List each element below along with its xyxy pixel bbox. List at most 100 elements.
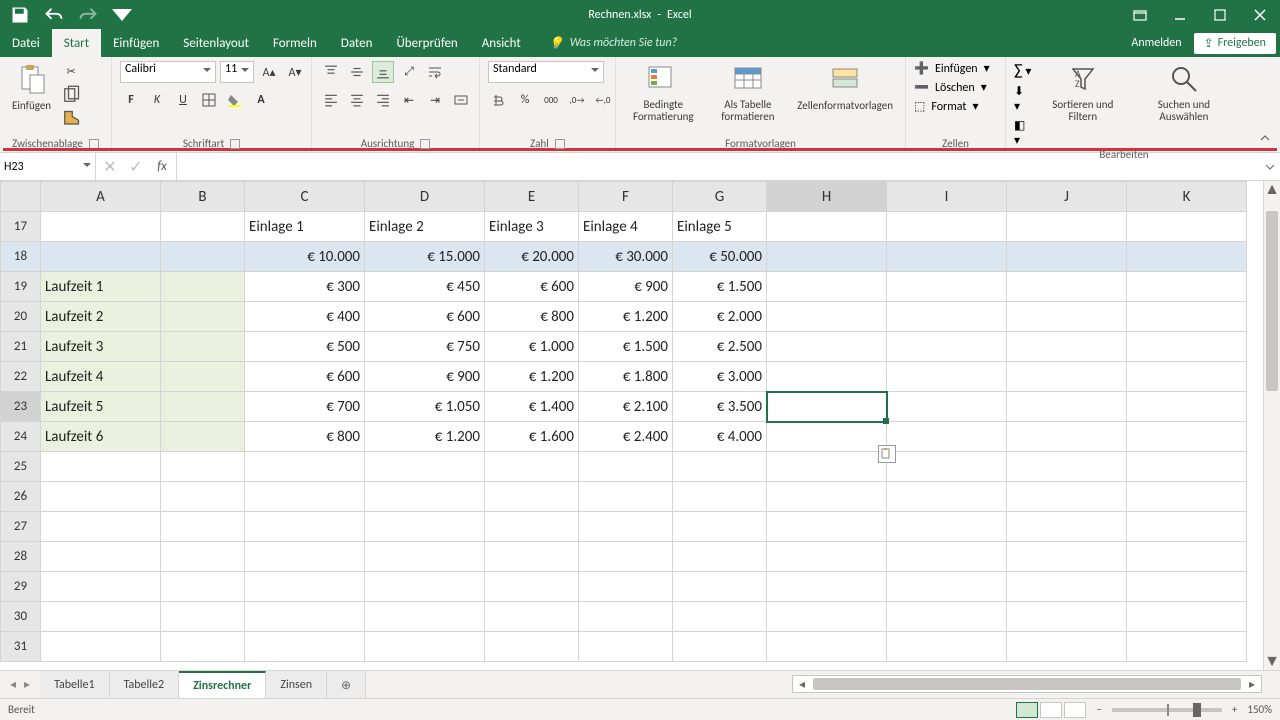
cell[interactable]: € 3.000 [673,362,767,392]
cell[interactable] [767,542,887,572]
minimize-icon[interactable] [1160,0,1200,29]
cell[interactable]: Laufzeit 6 [41,422,161,452]
fill-button[interactable]: ⬇ ▾ [1014,84,1032,114]
decrease-decimal-icon[interactable]: ←,0 [592,89,614,111]
maximize-icon[interactable] [1200,0,1240,29]
row-header[interactable]: 23 [1,392,41,422]
cell[interactable] [887,542,1007,572]
scroll-left-icon[interactable]: ◂ [793,677,811,692]
cell[interactable] [245,602,365,632]
expand-formula-bar-icon[interactable] [1260,153,1280,180]
cell[interactable]: Einlage 4 [579,212,673,242]
cell[interactable]: Laufzeit 2 [41,302,161,332]
worksheet-grid[interactable]: ABCDEFGHIJK17Einlage 1Einlage 2Einlage 3… [0,181,1280,670]
column-header[interactable]: A [41,182,161,212]
cell[interactable]: € 800 [245,422,365,452]
format-cells-button[interactable]: ⬚Format ▾ [914,99,990,114]
cell[interactable]: € 1.000 [485,332,579,362]
cell[interactable]: € 20.000 [485,242,579,272]
cell[interactable]: € 1.500 [673,272,767,302]
cell[interactable] [365,632,485,662]
cell[interactable] [673,572,767,602]
cell[interactable]: € 750 [365,332,485,362]
cell[interactable] [161,242,245,272]
scroll-right-icon[interactable]: ▸ [1243,677,1261,692]
accounting-format-icon[interactable] [488,89,510,111]
cell[interactable] [887,302,1007,332]
cell[interactable] [673,452,767,482]
insert-function-icon[interactable]: fx [154,159,170,175]
cell[interactable] [1127,572,1247,602]
cell[interactable]: € 300 [245,272,365,302]
align-left-icon[interactable] [320,89,342,111]
redo-icon[interactable] [78,5,98,25]
cell[interactable] [365,572,485,602]
cell[interactable] [485,632,579,662]
cell[interactable]: € 900 [365,362,485,392]
cell[interactable] [41,632,161,662]
cell[interactable] [1127,272,1247,302]
cell[interactable] [887,392,1007,422]
cell[interactable] [1007,452,1127,482]
cell[interactable] [767,362,887,392]
row-header[interactable]: 18 [1,242,41,272]
column-header[interactable]: F [579,182,673,212]
copy-icon[interactable] [61,85,81,105]
dialog-launcher-icon[interactable] [555,139,565,149]
cell[interactable]: € 600 [485,272,579,302]
cell[interactable] [1127,482,1247,512]
tab-scroll-last-icon[interactable]: ▸ [24,677,30,692]
cell[interactable] [579,482,673,512]
sheet-tab[interactable]: Tabelle1 [40,671,110,698]
cell[interactable] [41,242,161,272]
cell[interactable] [673,632,767,662]
cell[interactable] [41,542,161,572]
cell[interactable] [365,452,485,482]
cell[interactable]: € 1.050 [365,392,485,422]
cell[interactable] [1127,422,1247,452]
cell[interactable] [161,212,245,242]
undo-icon[interactable] [44,5,64,25]
cell[interactable]: € 600 [245,362,365,392]
cell[interactable] [887,632,1007,662]
tab-formeln[interactable]: Formeln [261,29,329,57]
cell[interactable] [887,212,1007,242]
cell[interactable] [485,572,579,602]
sign-in-link[interactable]: Anmelden [1131,36,1181,50]
column-header[interactable]: H [767,182,887,212]
cell[interactable] [485,512,579,542]
cell[interactable] [161,452,245,482]
cell[interactable]: € 1.400 [485,392,579,422]
cell[interactable] [161,422,245,452]
cell[interactable] [579,632,673,662]
align-top-icon[interactable] [320,61,342,83]
cell[interactable] [245,632,365,662]
cell[interactable] [1127,632,1247,662]
conditional-formatting-button[interactable]: Bedingte Formatierung [624,61,703,125]
cell[interactable]: Laufzeit 4 [41,362,161,392]
cell[interactable] [887,422,1007,452]
cell[interactable] [1007,272,1127,302]
orientation-icon[interactable]: ⤢ [398,61,420,83]
ribbon-display-options-icon[interactable] [1120,0,1160,29]
tab-einfuegen[interactable]: Einfügen [101,29,171,57]
align-middle-icon[interactable] [346,61,368,83]
cell[interactable] [245,572,365,602]
cell[interactable] [485,542,579,572]
cell[interactable] [365,602,485,632]
cell[interactable] [1007,422,1127,452]
format-as-table-button[interactable]: Als Tabelle formatieren [709,61,788,125]
tell-me-search[interactable]: 💡 Was möchten Sie tun? [533,29,677,57]
vertical-scrollbar[interactable]: ▲ ▼ [1263,181,1280,670]
row-header[interactable]: 20 [1,302,41,332]
cell[interactable] [1007,332,1127,362]
cell[interactable] [161,572,245,602]
cell[interactable]: € 1.200 [485,362,579,392]
cell[interactable] [767,482,887,512]
increase-indent-icon[interactable]: ⇥ [424,89,446,111]
cell[interactable]: € 1.500 [579,332,673,362]
zoom-level[interactable]: 150% [1247,703,1272,716]
font-color-icon[interactable]: A [250,89,272,111]
cell[interactable] [1127,452,1247,482]
cell[interactable] [1007,302,1127,332]
